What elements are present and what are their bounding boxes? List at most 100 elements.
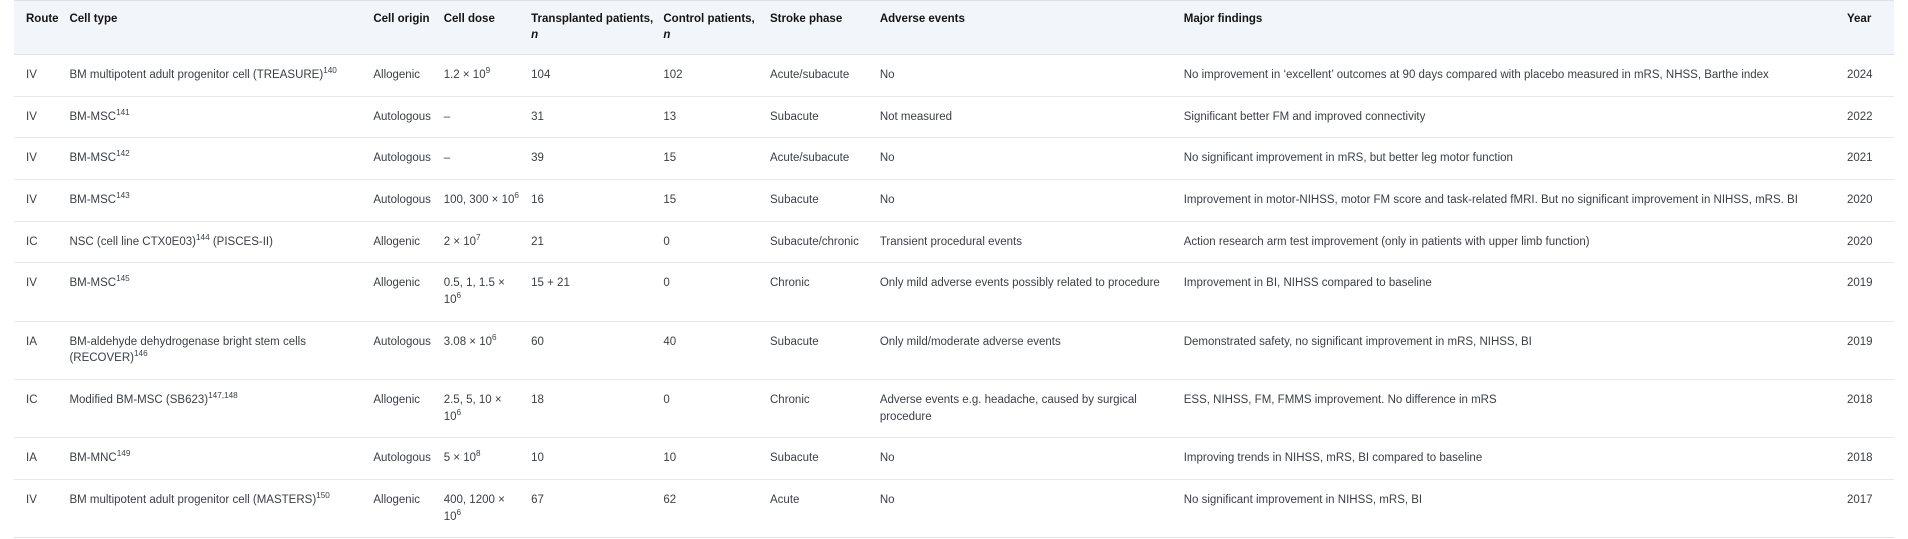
cell-transplanted-patients: 18 <box>531 379 664 439</box>
cell-type-text: BM-MSC <box>69 194 117 207</box>
cell-dose-base: 2.5, 5, 10 × 10 <box>443 394 502 423</box>
cell-dose: 2 × 107 <box>443 221 532 264</box>
cell-type-reference: 150 <box>316 491 330 501</box>
cell-major-findings: No significant improvement in mRS, but b… <box>1183 137 1847 181</box>
column-header-cell-type-label: Cell type <box>69 13 118 25</box>
cell-dose: 400, 1200 × 106 <box>443 479 532 539</box>
cell-type-reference: 144 <box>195 232 210 242</box>
cell-type-reference: 140 <box>323 66 337 76</box>
cell-transplanted-patients: 31 <box>531 96 664 139</box>
cell-year: 2018 <box>1847 437 1894 481</box>
cell-dose: 0.5, 1, 1.5 × 106 <box>443 262 532 322</box>
cell-stroke-phase: Subacute <box>770 96 880 139</box>
cell-stroke-phase: Subacute/chronic <box>770 221 880 264</box>
column-header-stroke-phase: Stroke phase <box>770 0 880 56</box>
column-header-year: Year <box>1847 0 1894 56</box>
cell-dose-exponent: 6 <box>514 191 519 201</box>
column-header-adverse-events-label: Adverse events <box>879 13 965 25</box>
column-header-control-patients-label: Control patients, <box>663 13 755 25</box>
cell-type: NSC (cell line CTX0E03)144 (PISCES-II) <box>69 221 374 264</box>
cell-type: BM-MSC143 <box>69 179 374 222</box>
cell-major-findings: Improvement in motor-NIHSS, motor FM sco… <box>1183 179 1847 222</box>
cell-control-patients: 0 <box>663 221 770 264</box>
table-row: IV BM-MSC142 Autologous –39 15 Acute/subacute… <box>14 137 1894 181</box>
cell-dose-base: – <box>443 152 451 165</box>
cell-year: 2021 <box>1847 137 1894 181</box>
cell-adverse-events: No <box>879 137 1184 181</box>
cell-origin: Allogenic <box>373 221 444 264</box>
cell-origin: Autologous <box>373 96 444 139</box>
cell-stroke-phase: Acute/subacute <box>770 137 880 181</box>
cell-origin: Autologous <box>373 437 444 481</box>
cell-dose-base: 3.08 × 10 <box>443 335 492 348</box>
cell-type-text: Modified BM-MSC (SB623) <box>69 394 209 407</box>
column-header-route: Route <box>14 0 70 56</box>
cell-major-findings: No significant improvement in NIHSS, mRS… <box>1183 479 1847 539</box>
cell-type-text: BM-aldehyde dehydrogenase bright stem ce… <box>69 335 306 365</box>
column-header-major-findings: Major findings <box>1183 0 1847 56</box>
cell-transplanted-patients: 60 <box>531 321 664 381</box>
column-header-cell-dose-label: Cell dose <box>443 13 495 25</box>
cell-stroke-phase: Acute <box>770 479 880 539</box>
column-header-transplanted-patients: Transplanted patients, n <box>531 0 664 56</box>
cell-origin: Allogenic <box>373 54 444 97</box>
cell-dose: – <box>443 96 532 139</box>
cell-control-patients: 0 <box>663 379 770 439</box>
cell-type-reference: 147,148 <box>208 391 238 401</box>
cell-type: Modified BM-MSC (SB623)147,148 <box>69 379 374 439</box>
cell-adverse-events: No <box>879 54 1184 97</box>
cell-type-text: BM-MSC <box>69 277 117 290</box>
cell-dose-exponent: 6 <box>456 407 462 417</box>
column-header-year-label: Year <box>1847 13 1872 25</box>
cell-dose-exponent: 6 <box>492 332 497 342</box>
column-header-control-patients: Control patients, n <box>663 0 770 56</box>
cell-dose: 5 × 108 <box>443 437 532 481</box>
cell-major-findings: Improving trends in NIHSS, mRS, BI compa… <box>1183 437 1847 481</box>
cell-transplanted-patients: 67 <box>531 479 664 539</box>
cell-route: IV <box>14 179 70 222</box>
cell-stroke-phase: Subacute <box>770 437 880 481</box>
cell-type-text: BM multipotent adult progenitor cell (TR… <box>69 69 324 82</box>
cell-type-reference: 141 <box>116 107 130 117</box>
cell-control-patients: 102 <box>663 54 770 97</box>
cell-type-reference: 145 <box>116 274 130 284</box>
cell-type: BM-aldehyde dehydrogenase bright stem ce… <box>69 321 374 381</box>
cell-dose-base: 5 × 10 <box>443 452 477 465</box>
cell-year: 2024 <box>1847 54 1894 97</box>
cell-adverse-events: No <box>879 479 1184 539</box>
cell-transplanted-patients: 10 <box>531 437 664 481</box>
cell-route: IV <box>14 479 70 539</box>
cell-dose-exponent: 9 <box>485 66 491 76</box>
cell-year: 2017 <box>1847 479 1894 539</box>
clinical-trials-table: Route Cell type Cell origin Cell dose Tr… <box>14 0 1894 539</box>
cell-adverse-events: Only mild adverse events possibly relate… <box>879 262 1184 322</box>
cell-type: BM-MSC142 <box>69 137 374 181</box>
cell-control-patients: 15 <box>663 137 770 181</box>
table-row: IV BM-MSC145 Allogenic 0.5, 1, 1.5 × 106 15 … <box>14 262 1894 322</box>
cell-transplanted-patients: 15 + 21 <box>531 262 664 322</box>
table-header-row: Route Cell type Cell origin Cell dose Tr… <box>14 0 1894 56</box>
cell-dose: 100, 300 × 106 <box>443 179 532 222</box>
column-header-route-label: Route <box>26 13 59 25</box>
table-row: IC NSC (cell line CTX0E03)144 (PISCES-II)… <box>14 221 1894 264</box>
column-header-cell-origin-label: Cell origin <box>373 13 430 25</box>
cell-origin: Autologous <box>373 321 444 381</box>
cell-type: BM-MSC145 <box>69 262 374 322</box>
cell-dose: – <box>443 137 532 181</box>
cell-type-reference: 146 <box>133 349 148 359</box>
cell-major-findings: Significant better FM and improved conne… <box>1183 96 1847 139</box>
cell-stroke-phase: Subacute <box>770 179 880 222</box>
table-row: IV BM multipotent adult progenitor cell (… <box>14 54 1894 97</box>
cell-type-reference: 143 <box>116 191 130 201</box>
table-row: IA BM-aldehyde dehydrogenase bright stem … <box>14 321 1894 381</box>
column-header-adverse-events: Adverse events <box>879 0 1184 56</box>
cell-type: BM multipotent adult progenitor cell (MA… <box>69 479 374 539</box>
cell-stroke-phase: Chronic <box>770 379 880 439</box>
cell-dose: 2.5, 5, 10 × 106 <box>443 379 532 439</box>
cell-type: BM-MSC141 <box>69 96 374 139</box>
cell-dose-base: 1.2 × 10 <box>443 69 486 82</box>
cell-adverse-events: No <box>879 179 1184 222</box>
table-body: IV BM multipotent adult progenitor cell (… <box>14 54 1894 539</box>
cell-origin: Allogenic <box>373 479 444 539</box>
cell-dose: 3.08 × 106 <box>443 321 532 381</box>
